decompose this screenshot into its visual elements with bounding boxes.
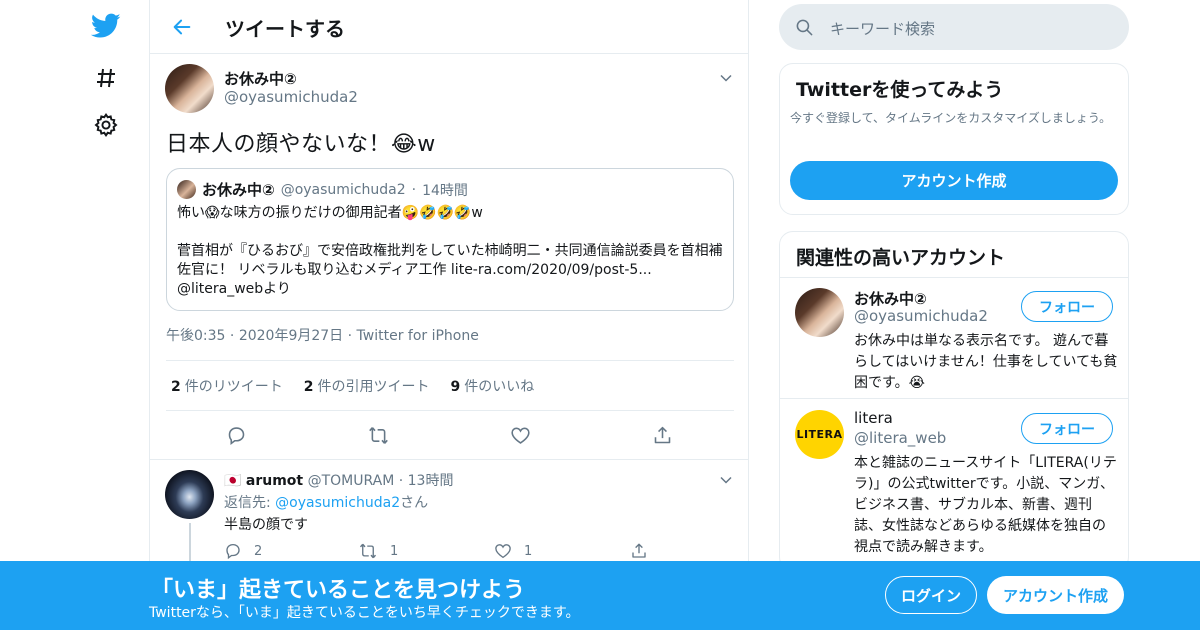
tweet-time[interactable]: 午後0:35 <box>166 328 225 344</box>
account-item[interactable]: LITERA litera @litera_web フォロー 本と雑誌のニュース… <box>780 400 1128 570</box>
page: ツイートする お休み中② @oyasumichuda2 日本人の顔やないな！😂w… <box>0 0 1200 630</box>
create-account-button[interactable]: アカウント作成 <box>790 161 1118 200</box>
like-count: 1 <box>524 543 533 559</box>
reply-separator: · <box>398 473 404 489</box>
search-input[interactable]: キーワード検索 <box>830 18 935 39</box>
reply-action[interactable]: 2 <box>224 542 262 560</box>
chevron-down-icon[interactable] <box>718 70 734 86</box>
quote-count: 2 <box>303 378 314 395</box>
like-count: 9 <box>450 378 461 395</box>
quote-label: 件の引用ツイート <box>317 378 430 395</box>
retweet-icon <box>359 543 377 559</box>
tweet-text: 日本人の顔やないな！😂w <box>166 132 436 157</box>
quoted-line-1: 怖い😱な味方の振りだけの御用記者🤪🤣🤣🤣w <box>177 205 483 221</box>
reply-header: 🇯🇵 arumot @TOMURAM · 13時間 <box>224 470 453 490</box>
quoted-tweet-text: 怖い😱な味方の振りだけの御用記者🤪🤣🤣🤣w 菅首相が『ひるおび』で安倍政権批判を… <box>177 204 727 299</box>
chevron-down-icon[interactable] <box>718 472 734 488</box>
retweet-count: 1 <box>390 543 399 559</box>
quote-stat[interactable]: 2 件の引用ツイート <box>304 376 430 396</box>
avatar[interactable] <box>165 64 214 113</box>
follow-button[interactable]: フォロー <box>1021 413 1113 444</box>
replying-to-handle[interactable]: @oyasumichuda2 <box>275 495 400 511</box>
header: ツイートする <box>150 0 748 54</box>
reply-author-name[interactable]: arumot <box>246 473 303 489</box>
quoted-separator: · <box>411 181 417 198</box>
account-name[interactable]: litera <box>854 409 893 427</box>
like-label: 件のいいね <box>464 378 535 395</box>
quoted-tweet[interactable]: お休み中② @oyasumichuda2 · 14時間 怖い😱な味方の振りだけの… <box>166 168 734 311</box>
avatar[interactable] <box>795 288 844 337</box>
page-title: ツイートする <box>225 17 345 41</box>
retweet-stat[interactable]: 2 件のリツイート <box>171 376 283 396</box>
search-box[interactable]: キーワード検索 <box>779 4 1129 50</box>
litera-logo[interactable]: LITERA <box>795 410 844 459</box>
quoted-author-name: お休み中② <box>202 181 275 199</box>
author-handle[interactable]: @oyasumichuda2 <box>224 88 358 106</box>
related-accounts-title: 関連性の高いアカウント <box>796 247 1006 269</box>
main-column: ツイートする お休み中② @oyasumichuda2 日本人の顔やないな！😂w… <box>149 0 749 630</box>
quoted-author-handle: @oyasumichuda2 <box>280 181 406 198</box>
replying-prefix: 返信先: <box>224 495 276 511</box>
quoted-spacer <box>177 223 727 242</box>
like-stat[interactable]: 9 件のいいね <box>451 376 535 396</box>
gear-icon[interactable] <box>90 109 122 141</box>
retweet-count: 2 <box>171 378 181 395</box>
replying-suffix: さん <box>400 495 429 511</box>
banner-subtitle: Twitterなら、「いま」起きていることをいち早くチェックできます。 <box>149 605 580 621</box>
meta-separator: · <box>347 328 357 344</box>
back-arrow-icon[interactable] <box>168 13 196 41</box>
reply-icon[interactable] <box>224 423 248 447</box>
login-button[interactable]: ログイン <box>885 576 977 614</box>
tweet-meta: 午後0:35 · 2020年9月27日 · Twitter for iPhone <box>166 325 479 345</box>
like-action[interactable]: 1 <box>494 542 532 560</box>
tweet-date[interactable]: 2020年9月27日 <box>239 328 343 344</box>
retweet-action[interactable]: 1 <box>358 542 398 560</box>
quoted-avatar <box>177 180 196 199</box>
reply-text: 半島の顔です <box>224 517 308 533</box>
signup-card-description: 今すぐ登録して、タイムラインをカスタマイズしましょう。 <box>790 111 1112 125</box>
retweet-label: 件のリツイート <box>184 378 283 395</box>
replying-to: 返信先: @oyasumichuda2さん <box>224 492 428 512</box>
reply-time[interactable]: 13時間 <box>408 473 454 489</box>
reply-icon <box>226 543 240 560</box>
flag-icon: 🇯🇵 <box>224 473 242 489</box>
author-name[interactable]: お休み中② <box>224 68 297 89</box>
reply-avatar[interactable] <box>165 470 214 519</box>
account-item[interactable]: お休み中② @oyasumichuda2 フォロー お休み中は単なる表示名です。… <box>780 278 1128 399</box>
reply-count: 2 <box>254 543 263 559</box>
signup-card: Twitterを使ってみよう 今すぐ登録して、タイムラインをカスタマイズしましょ… <box>779 63 1129 215</box>
quoted-tweet-header: お休み中② @oyasumichuda2 · 14時間 <box>177 179 468 200</box>
account-handle[interactable]: @oyasumichuda2 <box>854 307 988 325</box>
quoted-time: 14時間 <box>422 182 468 199</box>
reply-author-handle[interactable]: @TOMURAM <box>308 473 395 489</box>
heart-icon <box>495 544 511 559</box>
account-bio: 本と雑誌のニュースサイト「LITERA(リテラ)」の公式twitterです。小説… <box>854 455 1117 555</box>
signup-card-title: Twitterを使ってみよう <box>796 79 1004 101</box>
litera-logo-text: LITERA <box>796 428 843 441</box>
banner-signup-button[interactable]: アカウント作成 <box>987 576 1124 614</box>
tweet-actions <box>166 411 734 459</box>
hashtag-icon[interactable] <box>90 62 122 94</box>
follow-button[interactable]: フォロー <box>1021 291 1113 322</box>
meta-separator: · <box>229 328 239 344</box>
retweet-icon[interactable] <box>366 423 390 447</box>
left-nav <box>70 0 150 630</box>
tweet-stats: 2 件のリツイート 2 件の引用ツイート 9 件のいいね <box>166 360 734 411</box>
reply-tweet[interactable]: 🇯🇵 arumot @TOMURAM · 13時間 返信先: @oyasumic… <box>150 459 748 573</box>
quoted-line-3: @litera_webより <box>177 281 291 297</box>
tweet-source[interactable]: Twitter for iPhone <box>357 328 479 344</box>
share-icon[interactable] <box>650 423 674 447</box>
account-name[interactable]: お休み中② <box>854 288 927 309</box>
quoted-line-2: 菅首相が『ひるおび』で安倍政権批判をしていた柿崎明二・共同通信論説委員を首相補佐… <box>177 243 723 278</box>
related-accounts-card: 関連性の高いアカウント お休み中② @oyasumichuda2 フォロー お休… <box>779 231 1129 571</box>
account-bio: お休み中は単なる表示名です。 遊んで暮らしてはいけません！仕事をしていても貧困で… <box>854 333 1118 391</box>
banner-title: 「いま」起きていることを見つけよう <box>151 578 526 603</box>
twitter-logo-icon[interactable] <box>90 10 122 42</box>
heart-icon[interactable] <box>508 423 532 447</box>
account-handle[interactable]: @litera_web <box>854 429 946 447</box>
search-icon <box>795 18 814 41</box>
